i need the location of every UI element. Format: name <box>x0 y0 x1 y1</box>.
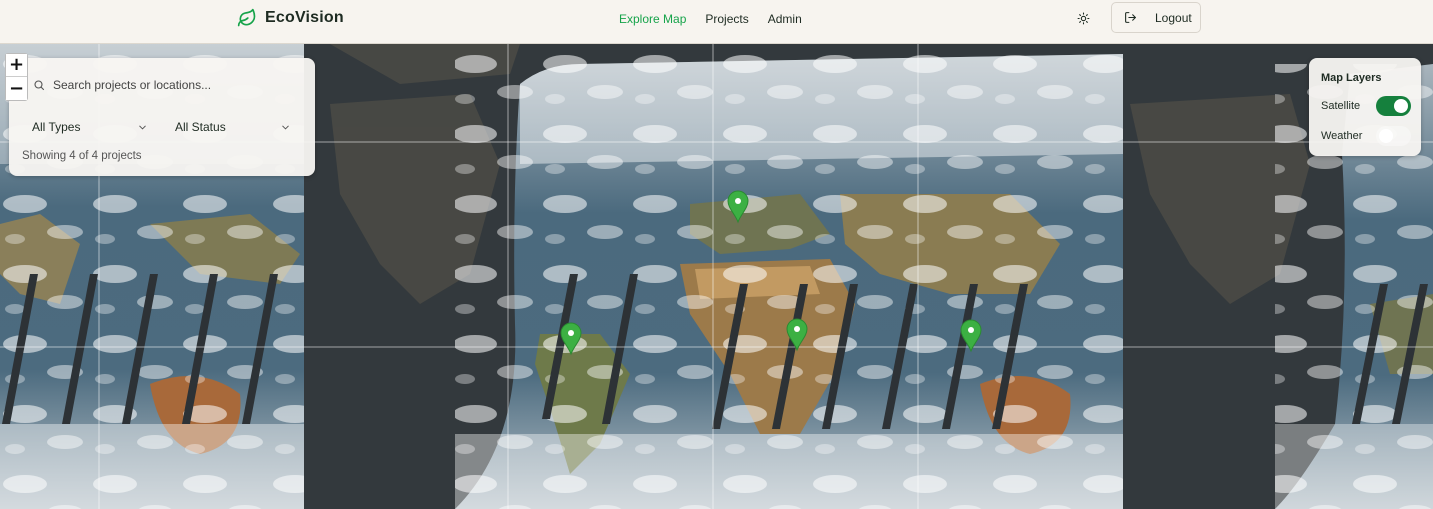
zoom-controls: + − <box>5 53 28 101</box>
satellite-toggle[interactable] <box>1376 96 1411 116</box>
search-box <box>23 70 303 100</box>
toggle-knob <box>1379 129 1393 143</box>
toggle-knob <box>1394 99 1408 113</box>
nav-projects[interactable]: Projects <box>705 12 748 26</box>
chevron-down-icon <box>139 125 146 130</box>
search-input[interactable] <box>53 78 293 92</box>
status-filter-select[interactable]: All Status <box>165 112 301 142</box>
zoom-in-button[interactable]: + <box>6 54 27 77</box>
status-filter-value: All Status <box>175 120 226 134</box>
top-navbar: EcoVision Explore Map Projects Admin Log… <box>0 0 1433 44</box>
type-filter-value: All Types <box>32 120 81 134</box>
results-count: Showing 4 of 4 projects <box>22 150 142 162</box>
satellite-band-center <box>455 54 1123 509</box>
type-filter-select[interactable]: All Types <box>22 112 158 142</box>
search-panel: All Types All Status Showing 4 of 4 proj… <box>9 58 315 176</box>
map-layers-panel: Map Layers Satellite Weather <box>1309 58 1421 156</box>
main-nav: Explore Map Projects Admin <box>619 12 802 26</box>
chevron-down-icon <box>282 125 289 130</box>
logout-label: Logout <box>1155 10 1192 25</box>
sun-icon <box>1077 12 1090 25</box>
layer-row-weather: Weather <box>1321 126 1411 146</box>
layers-title: Map Layers <box>1321 72 1382 84</box>
nav-admin[interactable]: Admin <box>768 12 802 26</box>
layer-row-satellite: Satellite <box>1321 96 1411 116</box>
weather-toggle[interactable] <box>1376 126 1411 146</box>
layer-label-satellite: Satellite <box>1321 100 1361 112</box>
brand-name: EcoVision <box>265 9 344 26</box>
brand-logo[interactable]: EcoVision <box>237 8 344 28</box>
leaf-icon <box>237 8 256 27</box>
zoom-out-button[interactable]: − <box>6 77 27 100</box>
layer-label-weather: Weather <box>1321 130 1363 142</box>
theme-toggle-button[interactable] <box>1074 9 1093 28</box>
logout-icon <box>1125 12 1136 23</box>
nav-explore-map[interactable]: Explore Map <box>619 12 686 26</box>
search-icon <box>34 80 45 91</box>
logout-button[interactable]: Logout <box>1111 2 1201 33</box>
